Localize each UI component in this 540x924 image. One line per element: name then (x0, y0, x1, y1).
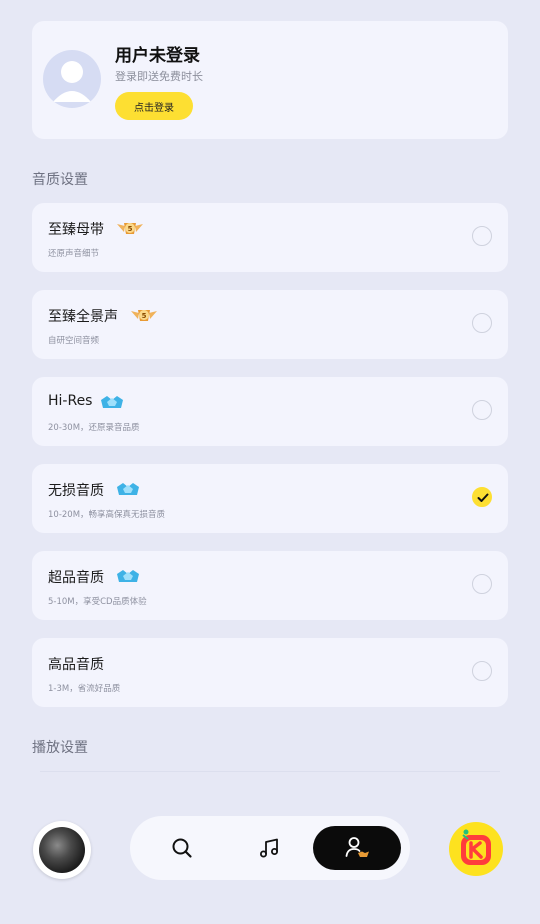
svg-text:5: 5 (128, 225, 133, 233)
svip-badge-icon: 5 (131, 310, 157, 321)
quality-section-title: 音质设置 (32, 172, 88, 188)
nav-profile-button[interactable] (313, 826, 401, 870)
quality-option-name: Hi-Res (48, 393, 93, 409)
app-logo-icon[interactable] (449, 822, 503, 876)
svg-text:5: 5 (142, 312, 147, 320)
quality-option-desc: 自研空间音频 (48, 336, 100, 346)
now-playing-disc[interactable] (33, 821, 91, 879)
user-profile-icon (345, 837, 369, 857)
quality-option-high[interactable]: 高品音质 1-3M，省流好品质 (32, 638, 508, 707)
quality-option-super[interactable]: 超品音质 5-10M，享受CD品质体验 (32, 551, 508, 620)
quality-radio[interactable] (472, 313, 492, 333)
svip-badge-icon: 5 (117, 223, 143, 234)
nav-search-button[interactable] (138, 826, 226, 870)
music-note-icon (260, 838, 278, 858)
quality-option-name: 无损音质 (48, 483, 104, 499)
checkmark-icon (477, 493, 489, 502)
quality-option-name: 超品音质 (48, 570, 104, 586)
quality-radio-selected[interactable] (472, 487, 492, 507)
quality-option-master[interactable]: 至臻母带 5 还原声音细节 (32, 203, 508, 272)
vip-badge-icon (117, 483, 139, 495)
quality-option-atmos[interactable]: 至臻全景声 5 自研空间音频 (32, 290, 508, 359)
quality-radio[interactable] (472, 574, 492, 594)
quality-radio[interactable] (472, 400, 492, 420)
playback-section-title: 播放设置 (32, 740, 88, 756)
quality-option-lossless[interactable]: 无损音质 10-20M，畅享高保真无损音质 (32, 464, 508, 533)
album-cover-icon (39, 827, 85, 873)
quality-option-hires[interactable]: Hi-Res 20-30M，还原录音品质 (32, 377, 508, 446)
quality-option-desc: 5-10M，享受CD品质体验 (48, 597, 147, 607)
quality-option-desc: 1-3M，省流好品质 (48, 684, 121, 694)
profile-card[interactable]: 用户未登录 登录即送免费时长 点击登录 (32, 21, 508, 139)
quality-option-name: 至臻母带 (48, 222, 104, 238)
quality-radio[interactable] (472, 661, 492, 681)
quality-option-name: 高品音质 (48, 657, 104, 673)
bottom-nav (130, 816, 410, 880)
quality-option-desc: 10-20M，畅享高保真无损音质 (48, 510, 166, 520)
default-avatar-icon[interactable] (43, 50, 101, 108)
quality-option-desc: 还原声音细节 (48, 249, 100, 259)
quality-option-desc: 20-30M，还原录音品质 (48, 423, 140, 433)
login-button[interactable]: 点击登录 (115, 92, 193, 120)
vip-badge-icon (117, 570, 139, 582)
quality-radio[interactable] (472, 226, 492, 246)
login-status-title: 用户未登录 (115, 46, 200, 66)
search-icon (172, 838, 192, 858)
nav-music-button[interactable] (225, 826, 313, 870)
quality-option-name: 至臻全景声 (48, 309, 118, 325)
login-promo-text: 登录即送免费时长 (115, 70, 203, 83)
vip-badge-icon (101, 396, 123, 408)
divider (40, 771, 500, 772)
